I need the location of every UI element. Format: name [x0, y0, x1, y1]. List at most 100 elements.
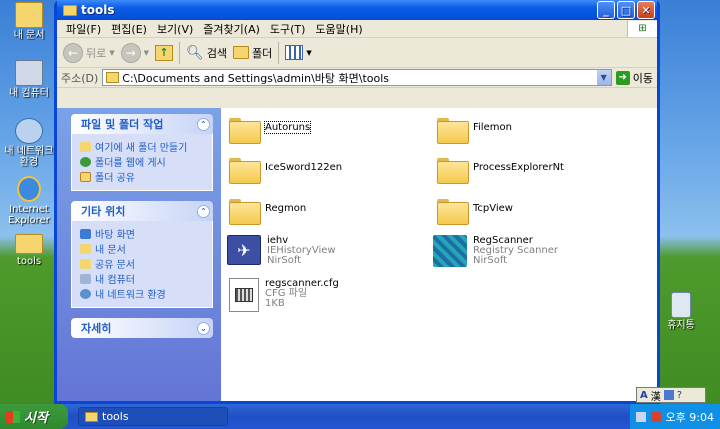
file-item[interactable]: TcpView — [437, 197, 513, 225]
folder-icon — [229, 199, 261, 225]
folder-up-icon: ↑ — [155, 44, 174, 61]
back-button[interactable]: ← 뒤로 ▼ — [63, 42, 115, 63]
address-label: 주소(D) — [61, 71, 99, 85]
toolbar: ← 뒤로 ▼ → ▼ ↑ 🔍︎ 검색 폴더 ▼ — [57, 38, 657, 68]
file-name: Filemon — [473, 122, 512, 133]
ime-mode[interactable]: 漢 — [651, 388, 661, 403]
address-bar: 주소(D) C:\Documents and Settings\admin\바탕… — [57, 68, 657, 88]
taskbar-window-tools[interactable]: tools — [78, 407, 228, 426]
task-label: tools — [102, 410, 129, 423]
place-shared-documents[interactable]: 공유 문서 — [80, 256, 208, 271]
file-company: NirSoft — [267, 255, 302, 266]
file-item[interactable]: IceSword122en — [229, 156, 342, 184]
desktop-icon-label: 휴지통 — [667, 320, 695, 331]
panel-header[interactable]: 파일 및 폴더 작업 ⌃ — [71, 114, 213, 134]
place-desktop[interactable]: 바탕 화면 — [80, 226, 208, 241]
search-button[interactable]: 🔍︎ 검색 — [186, 45, 227, 61]
new-folder-icon — [80, 141, 91, 152]
panel-header[interactable]: 기타 위치 ⌃ — [71, 201, 213, 221]
ime-lang[interactable]: A — [640, 390, 648, 401]
place-network[interactable]: 내 네트워크 환경 — [80, 286, 208, 301]
desktop-icon-label: 내 컴퓨터 — [9, 88, 49, 99]
chevron-up-icon[interactable]: ⌃ — [197, 117, 210, 131]
chevron-down-icon[interactable]: ⌄ — [197, 321, 210, 335]
up-button[interactable]: ↑ — [155, 44, 174, 61]
forward-button[interactable]: → ▼ — [120, 42, 149, 63]
chevron-down-icon[interactable]: ▼ — [596, 70, 611, 85]
desktop-icon-my-computer[interactable]: 내 컴퓨터 — [0, 60, 58, 99]
menu-help[interactable]: 도움말(H) — [310, 21, 367, 37]
volume-icon[interactable] — [650, 411, 661, 422]
menu-file[interactable]: 파일(F) — [61, 21, 106, 37]
file-item[interactable]: Regmon — [229, 197, 306, 225]
my-computer-icon — [80, 273, 91, 284]
network-tray-icon[interactable] — [635, 411, 646, 422]
folder-icon — [437, 158, 469, 184]
folder-icon — [15, 234, 43, 254]
folder-icon — [106, 72, 120, 83]
panel-title: 파일 및 폴더 작업 — [81, 118, 164, 131]
my-documents-icon — [15, 2, 43, 28]
menu-favorites[interactable]: 즐겨찾기(A) — [198, 21, 265, 37]
ime-settings-icon[interactable] — [663, 390, 674, 400]
views-button[interactable]: ▼ — [285, 45, 312, 60]
cfg-file-icon — [229, 278, 259, 312]
network-icon — [80, 288, 91, 299]
desktop-icon-tools[interactable]: tools — [0, 234, 58, 267]
details-panel: 자세히 ⌄ — [71, 318, 213, 338]
file-item[interactable]: Autoruns — [229, 116, 312, 144]
place-label: 바탕 화면 — [95, 230, 135, 241]
explorer-window: tools _ □ ✕ 파일(F) 편집(E) 보기(V) 즐겨찾기(A) 도구… — [54, 0, 660, 404]
file-item[interactable]: regscanner.cfg CFG 파일 1KB — [229, 278, 339, 312]
menu-view[interactable]: 보기(V) — [152, 21, 198, 37]
minimize-button[interactable]: _ — [597, 1, 615, 19]
place-my-computer[interactable]: 내 컴퓨터 — [80, 271, 208, 286]
address-input[interactable]: C:\Documents and Settings\admin\바탕 화면\to… — [102, 69, 612, 86]
help-icon[interactable]: ? — [677, 390, 682, 401]
desktop-icon-label: 내 네트워크 환경 — [4, 146, 54, 168]
file-item[interactable]: Filemon — [437, 116, 512, 144]
menu-edit[interactable]: 편집(E) — [106, 21, 152, 37]
task-publish-web[interactable]: 폴더를 웹에 게시 — [80, 154, 208, 169]
clock[interactable]: 오후 9:04 — [666, 409, 714, 425]
file-name: ProcessExplorerNt — [473, 162, 564, 173]
desktop-icon-recycle-bin[interactable]: 휴지통 — [652, 292, 710, 331]
task-share-folder[interactable]: 폴더 공유 — [80, 169, 208, 184]
go-button[interactable]: ➜ 이동 — [615, 70, 653, 86]
place-label: 내 네트워크 환경 — [95, 290, 166, 301]
desktop-icon — [80, 228, 91, 239]
desktop-icon-ie[interactable]: Internet Explorer — [0, 176, 58, 226]
task-new-folder[interactable]: 여기에 새 폴더 만들기 — [80, 139, 208, 154]
close-button[interactable]: ✕ — [637, 1, 655, 19]
panel-header[interactable]: 자세히 ⌄ — [71, 318, 213, 338]
iehv-app-icon: ✈ — [227, 235, 261, 265]
windows-logo-icon: ⊞ — [627, 20, 657, 37]
file-item[interactable]: RegScanner Registry Scanner NirSoft — [433, 235, 558, 267]
place-my-documents[interactable]: 내 문서 — [80, 241, 208, 256]
toolbar-separator — [278, 41, 280, 64]
title-bar[interactable]: tools _ □ ✕ — [57, 0, 657, 20]
file-item[interactable]: ✈ iehv IEHistoryView NirSoft — [227, 235, 336, 266]
folder-icon — [63, 4, 77, 16]
file-item[interactable]: ProcessExplorerNt — [437, 156, 564, 184]
start-button[interactable]: 시작 — [0, 404, 68, 429]
folders-icon — [233, 46, 250, 59]
desktop-icon-label: Internet Explorer — [8, 204, 50, 226]
search-icon: 🔍︎ — [186, 44, 204, 61]
menu-tools[interactable]: 도구(T) — [265, 21, 311, 37]
folder-icon — [437, 118, 469, 144]
place-label: 내 컴퓨터 — [95, 275, 135, 286]
menu-bar: 파일(F) 편집(E) 보기(V) 즐겨찾기(A) 도구(T) 도움말(H) ⊞ — [57, 20, 657, 38]
desktop-icon-network[interactable]: 내 네트워크 환경 — [0, 118, 58, 168]
forward-arrow-icon: → — [120, 42, 141, 63]
window-title: tools — [81, 3, 115, 17]
place-label: 내 문서 — [95, 245, 126, 256]
folders-button[interactable]: 폴더 — [233, 45, 272, 61]
maximize-button[interactable]: □ — [617, 1, 635, 19]
toolbar-separator — [179, 41, 181, 64]
ime-language-bar[interactable]: A 漢 ? — [636, 387, 706, 403]
desktop-icon-my-documents[interactable]: 내 문서 — [0, 2, 58, 41]
task-pane: 파일 및 폴더 작업 ⌃ 여기에 새 폴더 만들기 폴더를 웹에 게시 폴더 공… — [57, 108, 221, 401]
chevron-up-icon[interactable]: ⌃ — [197, 204, 210, 218]
folder-icon — [437, 199, 469, 225]
